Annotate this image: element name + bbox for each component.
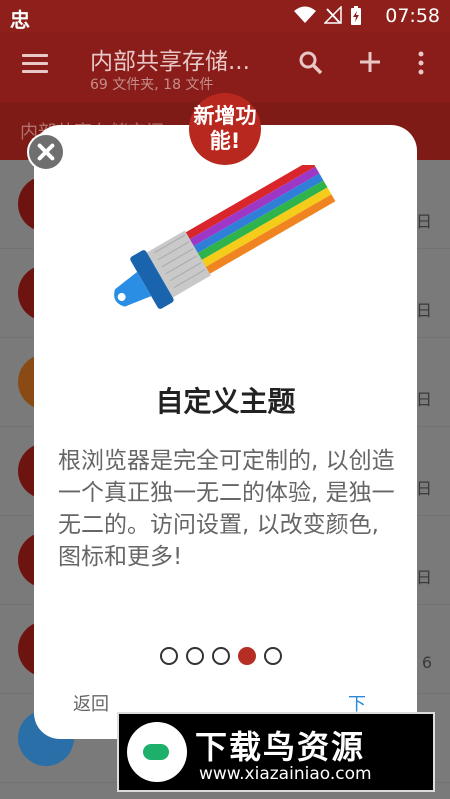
- watermark-title: 下载鸟资源: [195, 728, 366, 766]
- battery-charging-icon: [350, 6, 362, 30]
- back-button[interactable]: 返回: [73, 690, 109, 716]
- bird-logo-icon: [127, 722, 187, 782]
- page-dot[interactable]: [160, 647, 178, 665]
- no-signal-icon: [323, 5, 342, 30]
- dialog-title: 自定义主题: [155, 385, 296, 418]
- clock: 07:58: [385, 5, 440, 27]
- watermark-url: www.xiazainiao.com: [199, 764, 372, 784]
- page-dot[interactable]: [212, 647, 230, 665]
- page-dot[interactable]: [264, 647, 282, 665]
- add-icon[interactable]: [358, 50, 382, 81]
- paintbrush-icon: [114, 165, 336, 309]
- new-feature-badge: 新增功 能!: [189, 93, 261, 165]
- app-bar: 内部共享存储... 69 文件夹, 18 文件: [0, 32, 450, 102]
- more-options-icon[interactable]: [416, 50, 426, 83]
- wifi-icon: [294, 6, 316, 30]
- close-button[interactable]: [27, 133, 65, 171]
- search-icon[interactable]: [298, 50, 324, 83]
- watermark-banner: 下载鸟资源 www.xiazainiao.com: [117, 712, 435, 792]
- page-dot-active[interactable]: [238, 647, 256, 665]
- folder-summary: 69 文件夹, 18 文件: [90, 77, 214, 93]
- status-icons: [294, 5, 362, 30]
- page-indicator: [160, 647, 282, 665]
- page-title: 内部共享存储...: [90, 49, 250, 75]
- status-bar: 忠 07:58: [0, 0, 450, 32]
- menu-icon[interactable]: [22, 54, 48, 74]
- notification-app-icon: 忠: [10, 8, 30, 32]
- page-dot[interactable]: [186, 647, 204, 665]
- dialog-description: 根浏览器是完全可定制的, 以创造一个真正独一无二的体验, 是独一无二的。访问设置…: [58, 448, 395, 570]
